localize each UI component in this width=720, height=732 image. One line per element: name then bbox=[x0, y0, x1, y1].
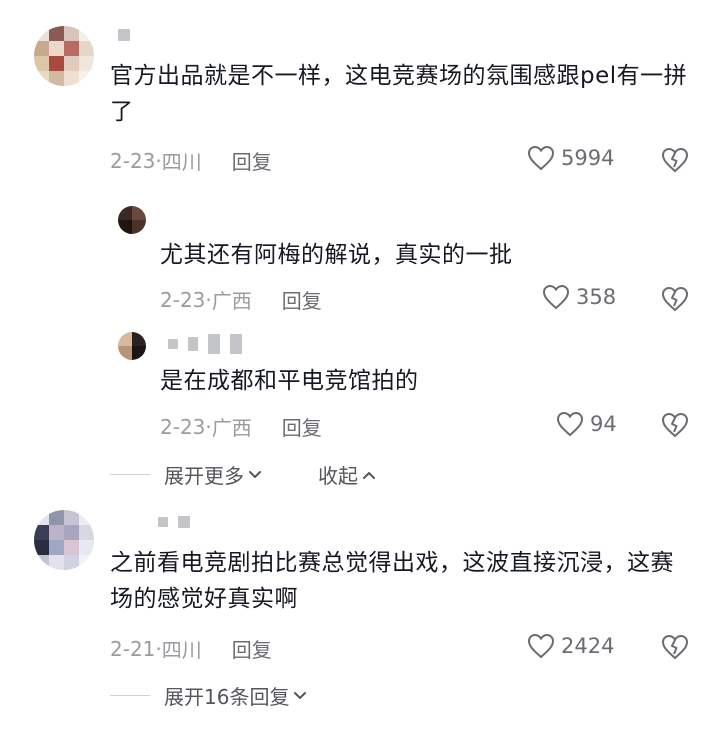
divider bbox=[110, 695, 150, 696]
dislike-button[interactable] bbox=[661, 147, 689, 173]
chevron-up-icon bbox=[363, 471, 375, 479]
comment-location: 四川 bbox=[161, 638, 202, 662]
expand-more-button[interactable]: 展开更多 bbox=[164, 460, 262, 489]
heart-outline-icon bbox=[556, 411, 584, 437]
comment-meta: 2-21 · 四川 回复 bbox=[110, 634, 272, 663]
comment-text: 之前看电竞剧拍比赛总觉得出戏，这波直接沉浸，这赛场的感觉好真实啊 bbox=[110, 550, 674, 612]
reply-button[interactable]: 回复 bbox=[282, 412, 322, 441]
chevron-down-icon bbox=[249, 470, 261, 478]
broken-heart-icon bbox=[661, 412, 689, 438]
broken-heart-icon bbox=[661, 147, 689, 173]
avatar[interactable] bbox=[118, 206, 146, 234]
broken-heart-icon bbox=[661, 286, 689, 312]
expand-replies-button[interactable]: 展开16条回复 bbox=[164, 681, 307, 710]
reply-date: 2-23 bbox=[160, 414, 206, 439]
comment-text: 官方出品就是不一样，这电竞赛场的氛围感跟pel有一拼了 bbox=[110, 63, 688, 125]
avatar[interactable] bbox=[118, 332, 146, 360]
reply-button[interactable]: 回复 bbox=[232, 146, 272, 175]
chevron-down-icon bbox=[294, 691, 307, 699]
thread-controls: 展开更多 收起 bbox=[110, 460, 376, 489]
like-count: 2424 bbox=[561, 634, 615, 658]
like-button[interactable]: 5994 bbox=[527, 145, 614, 171]
reply-button[interactable]: 回复 bbox=[282, 285, 322, 314]
reply-date: 2-23 bbox=[160, 287, 206, 312]
like-button[interactable]: 358 bbox=[542, 284, 616, 310]
dislike-button[interactable] bbox=[661, 412, 689, 438]
like-count: 358 bbox=[576, 285, 617, 309]
dislike-button[interactable] bbox=[661, 286, 689, 312]
comment-date: 2-21 bbox=[110, 636, 156, 661]
dislike-button[interactable] bbox=[661, 634, 689, 660]
reply-location: 广西 bbox=[211, 289, 252, 313]
like-count: 5994 bbox=[561, 146, 615, 170]
heart-outline-icon bbox=[527, 145, 555, 171]
reply-meta: 2-23 · 广西 回复 bbox=[160, 285, 322, 314]
heart-outline-icon bbox=[527, 633, 555, 659]
comment-location: 四川 bbox=[161, 150, 202, 174]
username[interactable] bbox=[168, 334, 242, 354]
reply-meta: 2-23 · 广西 回复 bbox=[160, 412, 322, 441]
username[interactable] bbox=[158, 516, 190, 528]
heart-outline-icon bbox=[542, 284, 570, 310]
collapse-button[interactable]: 收起 bbox=[318, 460, 376, 489]
divider bbox=[110, 474, 150, 475]
reply-button[interactable]: 回复 bbox=[232, 634, 272, 663]
comment-meta: 2-23 · 四川 回复 bbox=[110, 146, 272, 175]
like-count: 94 bbox=[590, 412, 617, 436]
reply-text: 是在成都和平电竞馆拍的 bbox=[160, 368, 419, 394]
username[interactable] bbox=[118, 29, 130, 41]
reply-text: 尤其还有阿梅的解说，真实的一批 bbox=[160, 242, 513, 268]
broken-heart-icon bbox=[661, 634, 689, 660]
like-button[interactable]: 94 bbox=[556, 411, 617, 437]
like-button[interactable]: 2424 bbox=[527, 633, 614, 659]
avatar[interactable] bbox=[34, 26, 94, 86]
reply-location: 广西 bbox=[211, 416, 252, 440]
comment-date: 2-23 bbox=[110, 148, 156, 173]
avatar[interactable] bbox=[34, 510, 94, 570]
thread-controls: 展开16条回复 bbox=[110, 681, 307, 710]
